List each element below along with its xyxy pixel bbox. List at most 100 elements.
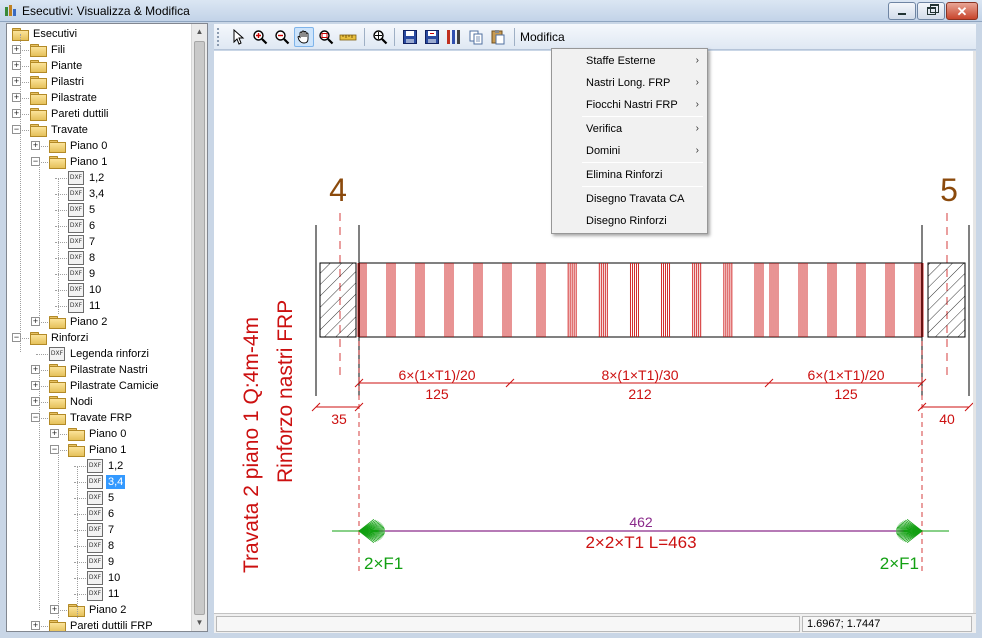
tree-item[interactable]: + Pilastri [7, 74, 192, 90]
modifica-menu[interactable]: Modifica [520, 30, 565, 44]
expand-icon[interactable]: + [31, 141, 40, 150]
tree-item[interactable]: DXF 1,2 [7, 458, 192, 474]
menu-item-disegno-rinforzi[interactable]: Disegno Rinforzi [554, 211, 705, 233]
save-button[interactable] [400, 27, 420, 47]
tree-item[interactable]: DXF 8 [7, 250, 192, 266]
tree-item[interactable]: DXF 6 [7, 218, 192, 234]
tree-item[interactable]: DXF 7 [7, 522, 192, 538]
zoom-window-button[interactable] [316, 27, 336, 47]
zoom-in-button[interactable] [250, 27, 270, 47]
tree-item-label: 1,2 [108, 460, 124, 472]
scroll-thumb[interactable] [194, 41, 205, 615]
save-as-icon [425, 30, 439, 44]
tree-item[interactable]: + Nodi [7, 394, 192, 410]
menu-item-fiocchi-nastri-frp[interactable]: Fiocchi Nastri FRP › [554, 95, 705, 117]
tree-item[interactable]: + Piano 0 [7, 426, 192, 442]
tree-item[interactable]: DXF 5 [7, 490, 192, 506]
menu-item-disegno-travata-ca[interactable]: Disegno Travata CA [554, 189, 705, 211]
tree-item[interactable]: + Pilastrate [7, 90, 192, 106]
tree-item[interactable]: DXF 9 [7, 554, 192, 570]
menu-item-verifica[interactable]: Verifica › [554, 119, 705, 141]
folder-icon [30, 60, 47, 73]
menu-item-domini[interactable]: Domini › [554, 141, 705, 163]
tree-connector [74, 546, 86, 547]
tree-item[interactable]: DXF 11 [7, 586, 192, 602]
copy-button[interactable] [466, 27, 486, 47]
tree-item[interactable]: + Pareti duttili [7, 106, 192, 122]
tree-item[interactable]: − Travate FRP [7, 410, 192, 426]
menu-item-staffe-esterne[interactable]: Staffe Esterne › [554, 51, 705, 73]
tree-item[interactable]: DXF 3,4 [7, 474, 192, 490]
tree-panel[interactable]: Esecutivi + Fili + Piante + Pilastri + Pilastrat… [6, 23, 208, 632]
tree-connector [77, 466, 78, 618]
zoom-out-button[interactable] [272, 27, 292, 47]
tree-item[interactable]: DXF 10 [7, 570, 192, 586]
toolbar-grip[interactable] [217, 28, 220, 46]
tree-item[interactable]: + Piante [7, 58, 192, 74]
span-length-left: 125 [425, 386, 449, 402]
support-length-right: 40 [939, 411, 955, 427]
zoom-extents-button[interactable] [370, 27, 390, 47]
tree-connector [55, 178, 67, 179]
tree-connector [58, 178, 59, 314]
tree-item[interactable]: DXF 9 [7, 266, 192, 282]
tree-item-label: Pilastrate [51, 92, 97, 104]
tree-item[interactable]: DXF 3,4 [7, 186, 192, 202]
tree-connector [74, 578, 86, 579]
tree-item[interactable]: DXF Legenda rinforzi [7, 346, 192, 362]
submenu-arrow-icon: › [695, 77, 699, 88]
expand-icon[interactable]: + [31, 621, 40, 630]
tree-item[interactable]: + Piano 0 [7, 138, 192, 154]
tree-item[interactable]: + Pilastrate Camicie [7, 378, 192, 394]
strip-label: 2×2×T1 L=463 [585, 533, 696, 552]
scroll-down-icon[interactable]: ▼ [192, 615, 207, 631]
folder-open-icon [68, 444, 85, 457]
tree-item[interactable]: DXF 11 [7, 298, 192, 314]
tools-button[interactable] [444, 27, 464, 47]
close-icon: ✕ [956, 3, 968, 19]
expand-icon[interactable]: + [50, 429, 59, 438]
tree-item[interactable]: Esecutivi [7, 26, 192, 42]
tree-item[interactable]: DXF 8 [7, 538, 192, 554]
tree-item[interactable]: DXF 5 [7, 202, 192, 218]
menu-item-label: Staffe Esterne [586, 55, 656, 67]
measure-button[interactable] [338, 27, 358, 47]
save-as-button[interactable] [422, 27, 442, 47]
scroll-up-icon[interactable]: ▲ [192, 24, 207, 40]
tree-item[interactable]: + Piano 2 [7, 602, 192, 618]
tree-item[interactable]: + Pareti duttili FRP [7, 618, 192, 631]
dxf-file-icon: DXF [87, 539, 103, 553]
tree-item[interactable]: − Travate [7, 122, 192, 138]
folder-icon [68, 428, 85, 441]
tree-item[interactable]: DXF 6 [7, 506, 192, 522]
paste-button[interactable] [488, 27, 508, 47]
minimize-button[interactable] [888, 2, 916, 20]
menu-item-elimina-rinforzi[interactable]: Elimina Rinforzi [554, 165, 705, 187]
tree-connector [36, 354, 48, 355]
menu-item-nastri-long-frp[interactable]: Nastri Long. FRP › [554, 73, 705, 95]
tree-item[interactable]: + Fili [7, 42, 192, 58]
tree-item[interactable]: − Piano 1 [7, 442, 192, 458]
tree-item[interactable]: + Piano 2 [7, 314, 192, 330]
submenu-arrow-icon: › [695, 55, 699, 66]
tree-scrollbar[interactable]: ▲ ▼ [191, 24, 207, 631]
tree-item[interactable]: DXF 7 [7, 234, 192, 250]
menu-item-label: Fiocchi Nastri FRP [586, 99, 678, 111]
restore-button[interactable] [917, 2, 945, 20]
tree-item-label: Piano 0 [89, 428, 127, 440]
tree-connector [74, 562, 86, 563]
dxf-file-icon: DXF [68, 235, 84, 249]
tree-item[interactable]: − Rinforzi [7, 330, 192, 346]
zoom-out-icon [275, 30, 290, 45]
tree-item[interactable]: − Piano 1 [7, 154, 192, 170]
tree-connector [74, 498, 86, 499]
tree-item[interactable]: DXF 10 [7, 282, 192, 298]
app-logo-icon [5, 5, 16, 16]
tree-connector [58, 450, 59, 618]
canvas-scrollbar[interactable] [973, 51, 976, 613]
pointer-button[interactable] [228, 27, 248, 47]
tree-item[interactable]: + Pilastrate Nastri [7, 362, 192, 378]
tree-item[interactable]: DXF 1,2 [7, 170, 192, 186]
close-button[interactable]: ✕ [946, 2, 978, 20]
pan-button[interactable] [294, 27, 314, 47]
